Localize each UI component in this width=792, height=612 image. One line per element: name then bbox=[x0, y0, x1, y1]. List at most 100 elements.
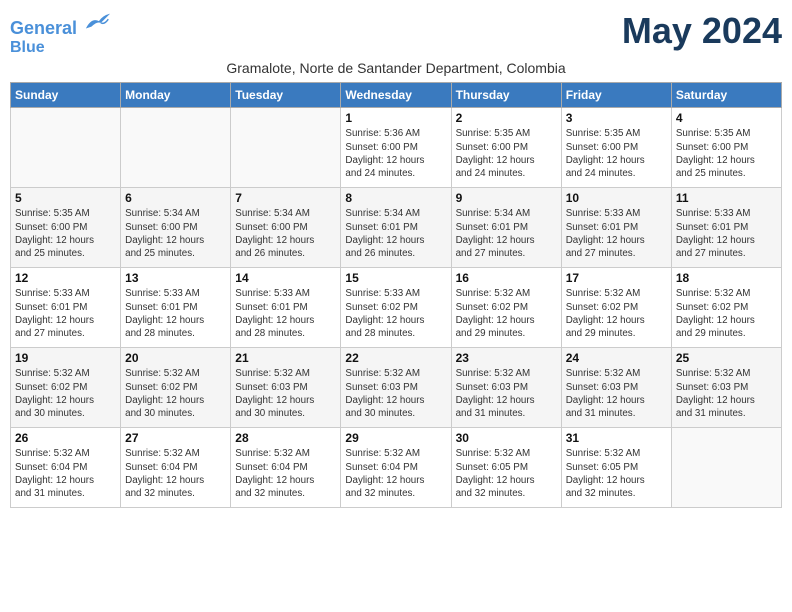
day-info: Sunrise: 5:32 AM Sunset: 6:03 PM Dayligh… bbox=[456, 367, 557, 420]
day-info: Sunrise: 5:32 AM Sunset: 6:03 PM Dayligh… bbox=[345, 367, 446, 420]
month-title: May 2024 bbox=[622, 10, 782, 52]
day-number: 20 bbox=[125, 351, 226, 365]
calendar-cell: 13 Sunrise: 5:33 AM Sunset: 6:01 PM Dayli… bbox=[121, 268, 231, 348]
day-number: 25 bbox=[676, 351, 777, 365]
day-number: 4 bbox=[676, 111, 777, 125]
logo-bird-icon bbox=[84, 10, 112, 34]
day-info: Sunrise: 5:33 AM Sunset: 6:01 PM Dayligh… bbox=[676, 207, 777, 260]
calendar-cell: 12 Sunrise: 5:33 AM Sunset: 6:01 PM Dayli… bbox=[11, 268, 121, 348]
day-info: Sunrise: 5:32 AM Sunset: 6:04 PM Dayligh… bbox=[345, 447, 446, 500]
day-info: Sunrise: 5:32 AM Sunset: 6:02 PM Dayligh… bbox=[125, 367, 226, 420]
weekday-header-thursday: Thursday bbox=[451, 83, 561, 108]
day-number: 29 bbox=[345, 431, 446, 445]
calendar-cell: 2 Sunrise: 5:35 AM Sunset: 6:00 PM Daylig… bbox=[451, 108, 561, 188]
weekday-header-friday: Friday bbox=[561, 83, 671, 108]
calendar-cell: 17 Sunrise: 5:32 AM Sunset: 6:02 PM Dayli… bbox=[561, 268, 671, 348]
calendar-cell bbox=[231, 108, 341, 188]
day-number: 17 bbox=[566, 271, 667, 285]
day-info: Sunrise: 5:32 AM Sunset: 6:02 PM Dayligh… bbox=[456, 287, 557, 340]
day-info: Sunrise: 5:33 AM Sunset: 6:01 PM Dayligh… bbox=[15, 287, 116, 340]
day-number: 19 bbox=[15, 351, 116, 365]
calendar-cell: 28Sunrise: 5:32 AM Sunset: 6:04 PM Dayli… bbox=[231, 428, 341, 508]
day-number: 6 bbox=[125, 191, 226, 205]
calendar-cell: 14 Sunrise: 5:33 AM Sunset: 6:01 PM Dayli… bbox=[231, 268, 341, 348]
day-info: Sunrise: 5:32 AM Sunset: 6:05 PM Dayligh… bbox=[566, 447, 667, 500]
day-info: Sunrise: 5:35 AM Sunset: 6:00 PM Dayligh… bbox=[15, 207, 116, 260]
calendar-cell: 24 Sunrise: 5:32 AM Sunset: 6:03 PM Dayli… bbox=[561, 348, 671, 428]
day-info: Sunrise: 5:32 AM Sunset: 6:02 PM Dayligh… bbox=[676, 287, 777, 340]
day-number: 28 bbox=[235, 431, 336, 445]
day-info: Sunrise: 5:32 AM Sunset: 6:02 PM Dayligh… bbox=[566, 287, 667, 340]
day-number: 2 bbox=[456, 111, 557, 125]
day-number: 16 bbox=[456, 271, 557, 285]
calendar-cell: 6 Sunrise: 5:34 AM Sunset: 6:00 PM Daylig… bbox=[121, 188, 231, 268]
day-info: Sunrise: 5:34 AM Sunset: 6:00 PM Dayligh… bbox=[235, 207, 336, 260]
day-number: 3 bbox=[566, 111, 667, 125]
day-number: 12 bbox=[15, 271, 116, 285]
logo-text: General bbox=[10, 10, 112, 39]
day-info: Sunrise: 5:35 AM Sunset: 6:00 PM Dayligh… bbox=[676, 127, 777, 180]
day-number: 11 bbox=[676, 191, 777, 205]
calendar-cell: 20 Sunrise: 5:32 AM Sunset: 6:02 PM Dayli… bbox=[121, 348, 231, 428]
calendar-table: SundayMondayTuesdayWednesdayThursdayFrid… bbox=[10, 82, 782, 508]
calendar-cell: 30 Sunrise: 5:32 AM Sunset: 6:05 PM Dayli… bbox=[451, 428, 561, 508]
calendar-cell: 25 Sunrise: 5:32 AM Sunset: 6:03 PM Dayli… bbox=[671, 348, 781, 428]
day-info: Sunrise: 5:32 AM Sunset: 6:03 PM Dayligh… bbox=[235, 367, 336, 420]
day-info: Sunrise: 5:34 AM Sunset: 6:01 PM Dayligh… bbox=[345, 207, 446, 260]
calendar-cell: 1 Sunrise: 5:36 AM Sunset: 6:00 PM Daylig… bbox=[341, 108, 451, 188]
day-info: Sunrise: 5:35 AM Sunset: 6:00 PM Dayligh… bbox=[566, 127, 667, 180]
weekday-header-wednesday: Wednesday bbox=[341, 83, 451, 108]
day-number: 5 bbox=[15, 191, 116, 205]
weekday-header-tuesday: Tuesday bbox=[231, 83, 341, 108]
day-info: Sunrise: 5:33 AM Sunset: 6:01 PM Dayligh… bbox=[566, 207, 667, 260]
calendar-cell bbox=[121, 108, 231, 188]
day-info: Sunrise: 5:32 AM Sunset: 6:05 PM Dayligh… bbox=[456, 447, 557, 500]
calendar-cell: 11 Sunrise: 5:33 AM Sunset: 6:01 PM Dayli… bbox=[671, 188, 781, 268]
calendar-cell: 29 Sunrise: 5:32 AM Sunset: 6:04 PM Dayli… bbox=[341, 428, 451, 508]
day-info: Sunrise: 5:32 AM Sunset: 6:04 PM Dayligh… bbox=[125, 447, 226, 500]
calendar-cell: 27 Sunrise: 5:32 AM Sunset: 6:04 PM Dayli… bbox=[121, 428, 231, 508]
calendar-cell: 26 Sunrise: 5:32 AM Sunset: 6:04 PM Dayli… bbox=[11, 428, 121, 508]
calendar-cell: 9 Sunrise: 5:34 AM Sunset: 6:01 PM Daylig… bbox=[451, 188, 561, 268]
day-number: 1 bbox=[345, 111, 446, 125]
day-number: 22 bbox=[345, 351, 446, 365]
day-info: Sunrise: 5:34 AM Sunset: 6:01 PM Dayligh… bbox=[456, 207, 557, 260]
day-info: Sunrise: 5:34 AM Sunset: 6:00 PM Dayligh… bbox=[125, 207, 226, 260]
calendar-cell: 3 Sunrise: 5:35 AM Sunset: 6:00 PM Daylig… bbox=[561, 108, 671, 188]
logo: General Blue bbox=[10, 10, 112, 56]
day-number: 27 bbox=[125, 431, 226, 445]
day-number: 23 bbox=[456, 351, 557, 365]
calendar-cell: 23 Sunrise: 5:32 AM Sunset: 6:03 PM Dayli… bbox=[451, 348, 561, 428]
calendar-cell: 5 Sunrise: 5:35 AM Sunset: 6:00 PM Daylig… bbox=[11, 188, 121, 268]
subtitle: Gramalote, Norte de Santander Department… bbox=[10, 60, 782, 76]
day-info: Sunrise: 5:33 AM Sunset: 6:02 PM Dayligh… bbox=[345, 287, 446, 340]
day-info: Sunrise: 5:33 AM Sunset: 6:01 PM Dayligh… bbox=[235, 287, 336, 340]
day-info: Sunrise: 5:35 AM Sunset: 6:00 PM Dayligh… bbox=[456, 127, 557, 180]
day-number: 24 bbox=[566, 351, 667, 365]
day-number: 26 bbox=[15, 431, 116, 445]
day-number: 8 bbox=[345, 191, 446, 205]
day-number: 9 bbox=[456, 191, 557, 205]
calendar-cell bbox=[671, 428, 781, 508]
calendar-cell: 8 Sunrise: 5:34 AM Sunset: 6:01 PM Daylig… bbox=[341, 188, 451, 268]
calendar-cell: 4 Sunrise: 5:35 AM Sunset: 6:00 PM Daylig… bbox=[671, 108, 781, 188]
calendar-cell: 31 Sunrise: 5:32 AM Sunset: 6:05 PM Dayli… bbox=[561, 428, 671, 508]
calendar-cell: 18Sunrise: 5:32 AM Sunset: 6:02 PM Dayli… bbox=[671, 268, 781, 348]
day-info: Sunrise: 5:32 AM Sunset: 6:04 PM Dayligh… bbox=[15, 447, 116, 500]
weekday-header-monday: Monday bbox=[121, 83, 231, 108]
weekday-header-sunday: Sunday bbox=[11, 83, 121, 108]
weekday-header-saturday: Saturday bbox=[671, 83, 781, 108]
day-info: Sunrise: 5:36 AM Sunset: 6:00 PM Dayligh… bbox=[345, 127, 446, 180]
day-number: 30 bbox=[456, 431, 557, 445]
calendar-cell: 7Sunrise: 5:34 AM Sunset: 6:00 PM Daylig… bbox=[231, 188, 341, 268]
day-number: 31 bbox=[566, 431, 667, 445]
calendar-cell bbox=[11, 108, 121, 188]
day-number: 15 bbox=[345, 271, 446, 285]
day-info: Sunrise: 5:32 AM Sunset: 6:03 PM Dayligh… bbox=[676, 367, 777, 420]
day-number: 13 bbox=[125, 271, 226, 285]
day-info: Sunrise: 5:32 AM Sunset: 6:02 PM Dayligh… bbox=[15, 367, 116, 420]
page-header: General Blue May 2024 bbox=[10, 10, 782, 56]
day-info: Sunrise: 5:33 AM Sunset: 6:01 PM Dayligh… bbox=[125, 287, 226, 340]
day-info: Sunrise: 5:32 AM Sunset: 6:03 PM Dayligh… bbox=[566, 367, 667, 420]
day-number: 14 bbox=[235, 271, 336, 285]
